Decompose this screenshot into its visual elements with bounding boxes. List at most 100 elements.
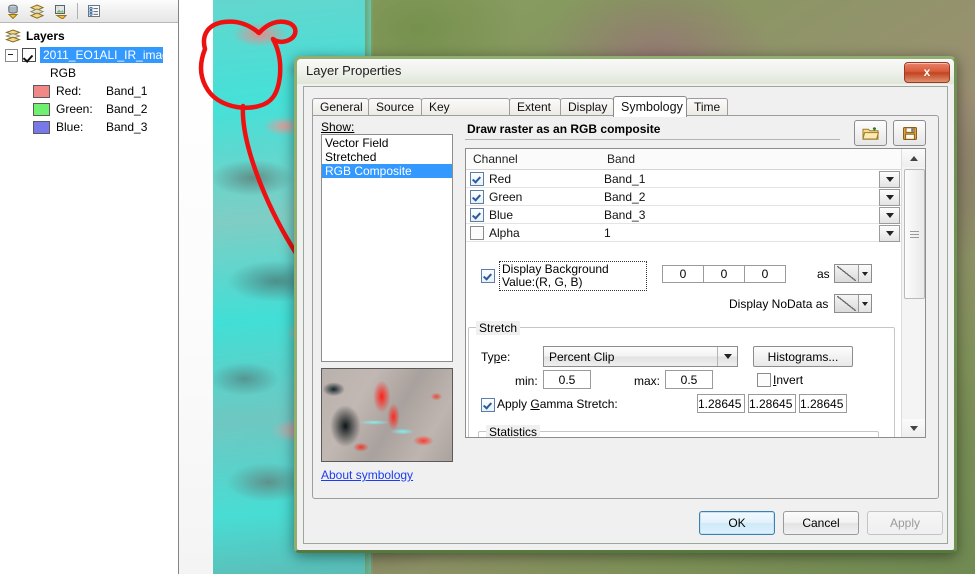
scroll-up-icon[interactable] [902,149,925,167]
green-channel-checkbox[interactable] [470,189,484,204]
show-listbox[interactable]: Vector Field Stretched RGB Composite [321,134,453,362]
dialog-body: General Source Key Metadata Extent Displ… [303,86,948,544]
channel-grid: Channel Band Red Band_1 Green Band_2 Blu… [466,149,901,437]
histograms-button[interactable]: Histograms... [753,346,853,367]
alpha-channel-checkbox[interactable] [470,225,484,240]
blue-band-value: Band_3 [106,120,148,134]
red-band-dropdown[interactable] [879,171,900,188]
invert-checkbox[interactable] [757,373,771,387]
red-band-value: Band_1 [106,84,148,98]
apply-gamma-stretch-checkbox[interactable] [481,398,495,412]
blue-channel-checkbox[interactable] [470,207,484,222]
green-band-swatch [33,102,50,116]
red-band-value: Band_1 [604,171,646,186]
close-icon[interactable]: x [904,62,950,83]
display-nodata-label: Display NoData as [729,297,829,311]
add-data-icon[interactable] [3,2,23,21]
toc-root-layers[interactable]: Layers [5,29,178,43]
layer-renderer-label: RGB [50,66,77,80]
alpha-band-value: 1 [604,225,611,240]
display-background-value-label: Display Background Value:(R, G, B) [499,261,647,291]
green-band-label: Green: [56,102,93,116]
stretch-max-input[interactable]: 0.5 [665,370,713,389]
statistics-group: Statistics From Each Raster Dataset Red … [478,425,879,437]
blue-channel-label: Blue [489,207,514,222]
stretch-group: Stretch Type: Percent Clip Histograms...… [468,321,895,437]
stretch-min-input[interactable]: 0.5 [543,370,591,389]
tab-source[interactable]: Source [368,98,422,116]
tab-key-metadata[interactable]: Key Metadata [421,98,510,131]
layer-name-label[interactable]: 2011_EO1ALI_IR_imagery_ [40,47,163,63]
channel-pane-scrollbar[interactable] [901,149,925,437]
chevron-down-icon[interactable] [859,265,871,282]
invert-label: Invert [773,373,804,387]
header-channel: Channel [473,152,518,166]
gamma-red-input[interactable]: 1.28645 [697,394,745,413]
tab-symbology[interactable]: Symbology [613,96,687,117]
red-channel-label: Red [489,171,512,186]
channel-band-table: Channel Band Red Band_1 Green Band_2 Blu… [465,148,926,438]
layer-visibility-checkbox[interactable] [22,48,36,62]
symbology-tab-panel: Show: Vector Field Stretched RGB Composi… [312,115,939,499]
apply-button[interactable]: Apply [867,511,943,535]
background-blue-input[interactable]: 0 [744,265,786,283]
catalog-icon[interactable] [51,2,71,21]
grip-icon [910,230,919,238]
stretch-min-label: min: [515,374,538,388]
open-folder-icon[interactable] [854,120,887,146]
layers-icon[interactable] [27,2,47,21]
toc-layer-row[interactable]: 2011_EO1ALI_IR_imagery_ [5,47,178,63]
about-symbology-link[interactable]: About symbology [321,468,413,482]
tab-extent[interactable]: Extent [509,98,561,116]
dialog-titlebar[interactable]: Layer Properties x [297,59,954,84]
tab-time[interactable]: Time [686,98,728,116]
channel-grid-header: Channel Band [466,149,901,170]
table-row[interactable]: Alpha 1 [466,224,901,242]
background-as-label: as [817,267,830,281]
blue-band-dropdown[interactable] [879,207,900,224]
tab-general[interactable]: General [312,98,369,116]
cancel-button[interactable]: Cancel [783,511,859,535]
statistics-group-title: Statistics [486,425,541,437]
green-band-value: Band_2 [106,102,148,116]
table-row[interactable]: Green Band_2 [466,188,901,206]
alpha-band-dropdown[interactable] [879,225,900,242]
gamma-green-input[interactable]: 1.28645 [748,394,796,413]
background-red-input[interactable]: 0 [662,265,704,283]
table-row[interactable]: Red Band_1 [466,170,901,188]
band-row-red: Red: Band_1 [33,84,178,98]
chevron-down-icon [885,231,894,236]
chevron-down-icon[interactable] [717,347,737,366]
tab-display[interactable]: Display [560,98,614,116]
chevron-down-icon [885,213,894,218]
ok-button[interactable]: OK [699,511,775,535]
table-row[interactable]: Blue Band_3 [466,206,901,224]
scrollbar-thumb[interactable] [904,169,925,299]
layer-properties-dialog: Layer Properties x General Source Key Me… [294,56,957,553]
chevron-down-icon[interactable] [859,295,871,312]
red-channel-checkbox[interactable] [470,171,484,186]
rgb-composite-pane: Draw raster as an RGB composite Channel … [463,120,932,492]
background-color-picker[interactable] [834,264,872,283]
gamma-blue-input[interactable]: 1.28645 [799,394,847,413]
title-divider [465,139,840,140]
show-item-stretched[interactable]: Stretched [322,150,452,164]
draw-raster-title: Draw raster as an RGB composite [467,122,661,136]
header-band: Band [607,152,636,166]
green-band-value: Band_2 [604,189,646,204]
stretch-max-label: max: [634,374,661,388]
scroll-down-icon[interactable] [902,419,925,437]
collapse-expander-icon[interactable] [5,48,18,62]
save-disk-icon[interactable] [893,120,926,146]
stretch-type-combobox[interactable]: Percent Clip [543,346,738,367]
show-item-rgb-composite[interactable]: RGB Composite [322,164,452,178]
list-by-source-icon[interactable] [84,2,104,21]
nodata-color-picker[interactable] [834,294,872,313]
table-of-contents-panel: Layers 2011_EO1ALI_IR_imagery_ RGB Red: … [0,0,179,574]
display-background-value-checkbox[interactable] [481,269,495,283]
background-green-input[interactable]: 0 [703,265,745,283]
toc-tree: Layers 2011_EO1ALI_IR_imagery_ RGB Red: … [0,23,178,134]
green-band-dropdown[interactable] [879,189,900,206]
show-item-vector-field[interactable]: Vector Field [322,136,452,150]
display-background-value-row: Display Background Value:(R, G, B) 0 0 0… [476,261,872,291]
